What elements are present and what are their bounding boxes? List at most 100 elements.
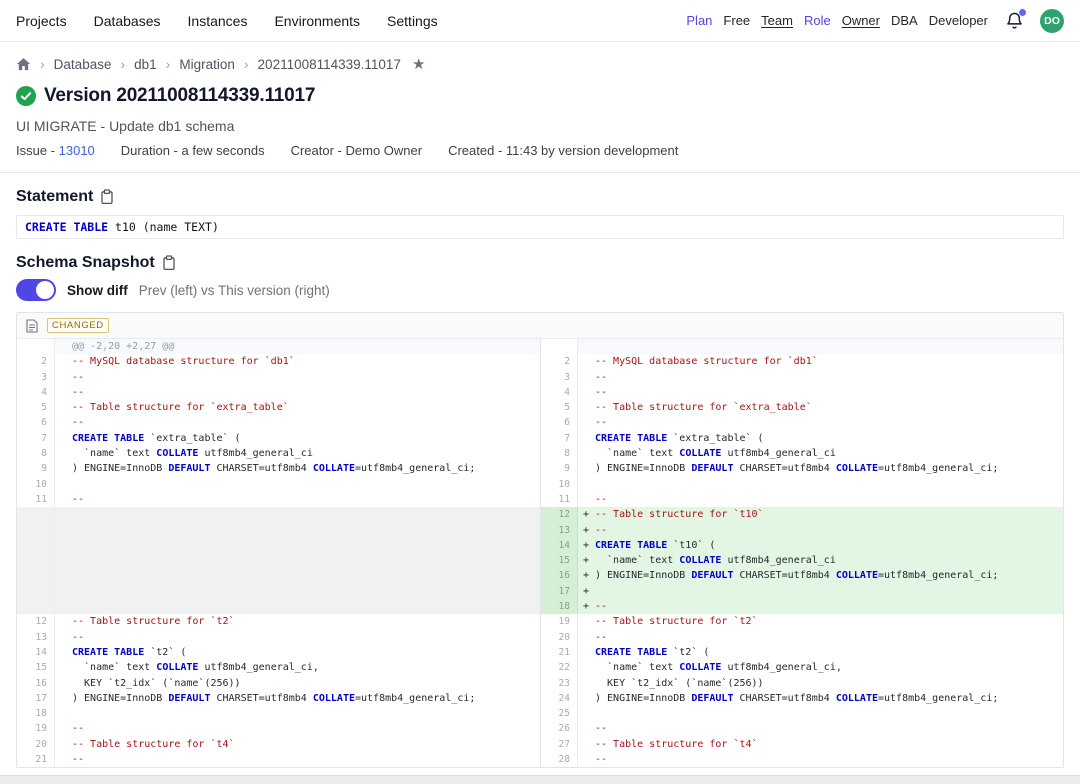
nav-right: Plan Free Team Role Owner DBA Developer DO xyxy=(686,9,1064,33)
diff-code-right: ) ENGINE=InnoDB DEFAULT CHARSET=utf8mb4 … xyxy=(578,461,1063,476)
diff-code-right: -- xyxy=(578,630,1063,645)
diff-line-number-right: 11 xyxy=(540,492,578,507)
nav-free[interactable]: Free xyxy=(723,13,750,28)
breadcrumb-database[interactable]: Database xyxy=(54,57,112,72)
diff-code-left xyxy=(55,706,540,721)
diff-line-number-right: 24 xyxy=(540,691,578,706)
diff-line-number-right: 14 xyxy=(540,538,578,553)
diff-code-right: -- xyxy=(578,492,1063,507)
diff-line-number-left: 16 xyxy=(17,676,55,691)
diff-line-number-right: 5 xyxy=(540,400,578,415)
diff-line-number-left: 3 xyxy=(17,370,55,385)
diff-code-left: -- xyxy=(55,752,540,767)
diff-line-number-left: 10 xyxy=(17,477,55,492)
show-diff-toggle[interactable] xyxy=(16,279,56,301)
diff-hint: Prev (left) vs This version (right) xyxy=(139,283,330,298)
diff-code-left: -- xyxy=(55,385,540,400)
diff-line-number-right: 6 xyxy=(540,415,578,430)
nav-item-environments[interactable]: Environments xyxy=(274,13,360,29)
issue-link[interactable]: 13010 xyxy=(59,143,95,158)
breadcrumb: › Database › db1 › Migration › 202110081… xyxy=(16,55,1064,73)
diff-code-left: -- MySQL database structure for `db1` xyxy=(55,354,540,369)
diff-line-number-right: 12 xyxy=(540,507,578,522)
diff-code-right: -- xyxy=(578,385,1063,400)
nav-item-settings[interactable]: Settings xyxy=(387,13,438,29)
diff-code-added: +-- xyxy=(578,523,1063,538)
diff-line-number-left: 18 xyxy=(17,706,55,721)
diff-line-number-left: 15 xyxy=(17,660,55,675)
diff-code-added: +-- xyxy=(578,599,1063,614)
diff-code-right: ) ENGINE=InnoDB DEFAULT CHARSET=utf8mb4 … xyxy=(578,691,1063,706)
diff-code-right: -- Table structure for `t2` xyxy=(578,614,1063,629)
diff-line-number-right: 9 xyxy=(540,461,578,476)
diff-code-added: + xyxy=(578,584,1063,599)
nav-plan: Plan xyxy=(686,13,712,28)
diff-line-number-left: 4 xyxy=(17,385,55,400)
diff-line-number-right: 13 xyxy=(540,523,578,538)
changed-badge: CHANGED xyxy=(47,318,109,333)
breadcrumb-chevron: › xyxy=(120,56,125,72)
diff-gutter-right xyxy=(540,339,578,354)
diff-line-number-right: 4 xyxy=(540,385,578,400)
nav-owner[interactable]: Owner xyxy=(842,13,880,28)
breadcrumb-chevron: › xyxy=(244,56,249,72)
diff-code-left: -- xyxy=(55,415,540,430)
breadcrumb-version[interactable]: 20211008114339.11017 xyxy=(258,57,401,72)
diff-line-number-left: 2 xyxy=(17,354,55,369)
copy-icon[interactable] xyxy=(162,255,176,271)
diff-code-right xyxy=(578,706,1063,721)
breadcrumb-db1[interactable]: db1 xyxy=(134,57,157,72)
diff-code-left xyxy=(55,477,540,492)
nav-developer[interactable]: Developer xyxy=(929,13,988,28)
diff-line-number-left: 6 xyxy=(17,415,55,430)
nav-role: Role xyxy=(804,13,831,28)
diff-gutter-left xyxy=(17,339,55,354)
horizontal-scrollbar[interactable] xyxy=(0,775,1080,784)
nav-item-databases[interactable]: Databases xyxy=(94,13,161,29)
diff-code-filler xyxy=(55,599,540,614)
diff-line-number-left: 17 xyxy=(17,691,55,706)
star-icon[interactable]: ★ xyxy=(412,55,425,73)
migration-description: UI MIGRATE - Update db1 schema xyxy=(16,118,1064,134)
breadcrumb-migration[interactable]: Migration xyxy=(179,57,235,72)
diff-code-filler xyxy=(55,568,540,583)
notification-bell-button[interactable] xyxy=(1005,11,1025,31)
diff-code-left: -- xyxy=(55,370,540,385)
diff-line-number-right: 3 xyxy=(540,370,578,385)
diff-line-number-right: 7 xyxy=(540,431,578,446)
diff-code-right: CREATE TABLE `extra_table` ( xyxy=(578,431,1063,446)
diff-gutter-filler xyxy=(17,507,55,522)
diff-code-left: -- Table structure for `t4` xyxy=(55,737,540,752)
diff-code-added: +-- Table structure for `t10` xyxy=(578,507,1063,522)
diff-code-right: -- Table structure for `extra_table` xyxy=(578,400,1063,415)
nav-team[interactable]: Team xyxy=(761,13,793,28)
diff-line-number-left: 20 xyxy=(17,737,55,752)
diff-code-right: -- xyxy=(578,370,1063,385)
nav-item-projects[interactable]: Projects xyxy=(16,13,67,29)
diff-code-filler xyxy=(55,523,540,538)
diff-code-right: CREATE TABLE `t2` ( xyxy=(578,645,1063,660)
meta-creator: Creator - Demo Owner xyxy=(291,143,422,158)
meta-issue: Issue - 13010 xyxy=(16,143,95,158)
nav-item-instances[interactable]: Instances xyxy=(188,13,248,29)
copy-icon[interactable] xyxy=(100,189,114,205)
diff-line-number-right: 28 xyxy=(540,752,578,767)
diff-line-number-right: 16 xyxy=(540,568,578,583)
diff-line-number-left: 14 xyxy=(17,645,55,660)
diff-hunk-header: @@ -2,20 +2,27 @@ xyxy=(55,339,540,354)
diff-code-right: -- xyxy=(578,752,1063,767)
diff-code-filler xyxy=(55,538,540,553)
diff-code-right: -- xyxy=(578,721,1063,736)
statement-section: Statement CREATE TABLE t10 (name TEXT) xyxy=(0,173,1080,239)
diff-line-number-right: 10 xyxy=(540,477,578,492)
diff-grid[interactable]: @@ -2,20 +2,27 @@2-- MySQL database stru… xyxy=(17,339,1063,767)
diff-line-number-left: 19 xyxy=(17,721,55,736)
diff-line-number-left: 11 xyxy=(17,492,55,507)
avatar[interactable]: DO xyxy=(1040,9,1064,33)
home-icon[interactable] xyxy=(16,57,31,72)
diff-line-number-right: 8 xyxy=(540,446,578,461)
diff-gutter-filler xyxy=(17,538,55,553)
diff-line-number-right: 20 xyxy=(540,630,578,645)
diff-line-number-right: 15 xyxy=(540,553,578,568)
nav-dba[interactable]: DBA xyxy=(891,13,918,28)
